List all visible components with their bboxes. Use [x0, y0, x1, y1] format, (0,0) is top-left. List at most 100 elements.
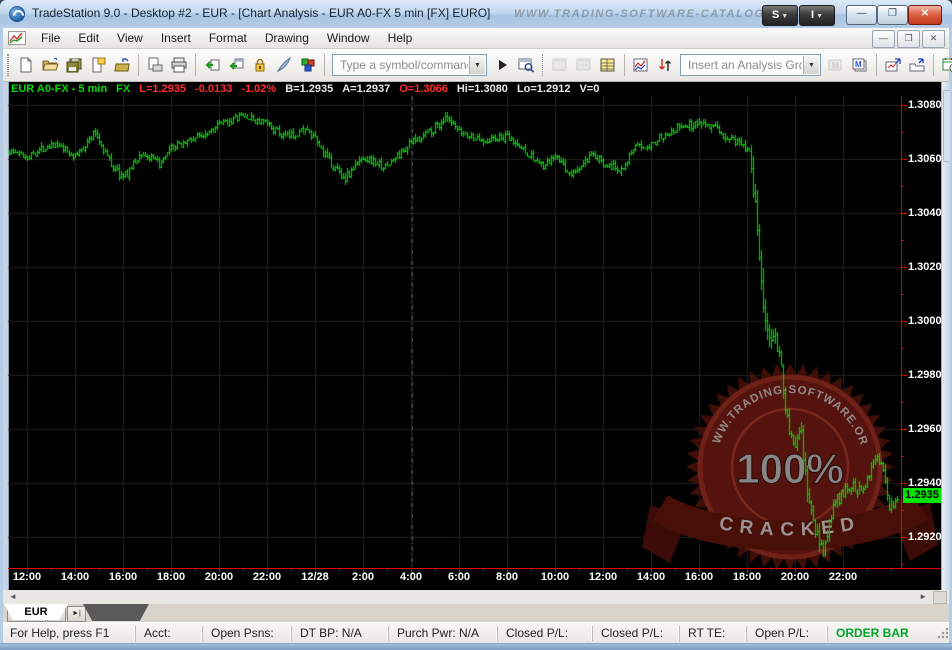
- toolbar-separator: [933, 54, 934, 76]
- color-shapes-icon[interactable]: [296, 53, 320, 77]
- window-arrow-icon[interactable]: [905, 53, 929, 77]
- time-minor-tick: [819, 569, 820, 571]
- close-button[interactable]: ✕: [908, 5, 942, 25]
- format-brush-icon[interactable]: [272, 53, 296, 77]
- price-tick: [901, 375, 907, 376]
- chart-lines-icon[interactable]: [629, 53, 653, 77]
- symbol-lookup-icon[interactable]: [514, 53, 538, 77]
- calendar-clock-icon[interactable]: [938, 53, 952, 77]
- price-axis-line: [901, 96, 902, 569]
- price-tick: [901, 105, 907, 106]
- time-minor-tick: [339, 569, 340, 571]
- status-field: O=1.3066: [399, 83, 448, 95]
- tab-eur-border: [83, 604, 149, 621]
- horizontal-scrollbar[interactable]: ◄ ►: [3, 590, 949, 605]
- tab-last-button[interactable]: ►|: [67, 606, 86, 622]
- toolbar-grip[interactable]: [7, 54, 9, 76]
- symbol-command-input[interactable]: [338, 57, 470, 73]
- save-all-icon[interactable]: [62, 53, 86, 77]
- scroll-left-icon[interactable]: ◄: [9, 592, 17, 601]
- back-window-icon[interactable]: [200, 53, 224, 77]
- time-label: 16:00: [677, 571, 721, 583]
- title-bar[interactable]: TradeStation 9.0 - Desktop #2 - EUR - [C…: [0, 0, 952, 28]
- combo-dropdown-icon[interactable]: ▼: [469, 56, 485, 74]
- price-tick: [901, 267, 907, 268]
- help-hint-text: For Help, press F1: [3, 626, 135, 641]
- chart-status-line: EUR A0-FX - 5 minFXL=1.2935-0.0133-1.02%…: [11, 83, 617, 95]
- status-bar: For Help, press F1 Acct:Open Psns:DT BP:…: [3, 622, 949, 644]
- time-minor-tick: [891, 569, 892, 571]
- statusbar-closed-p-l: Closed P/L:: [592, 626, 679, 641]
- minimize-button[interactable]: —: [846, 5, 877, 25]
- vertical-scrollbar-thumb[interactable]: [943, 90, 950, 162]
- status-segments: Acct:Open Psns:DT BP: N/APurch Pwr: N/AC…: [135, 626, 936, 641]
- menu-help[interactable]: Help: [379, 29, 422, 47]
- open-folder-icon[interactable]: [38, 53, 62, 77]
- chart-area[interactable]: WWW.TRADING-SOFTWARE.ORG 100% CRACKED EU…: [3, 82, 950, 590]
- multi-chart-icon[interactable]: M: [848, 53, 872, 77]
- lock-icon[interactable]: [248, 53, 272, 77]
- combo-dropdown-icon[interactable]: ▼: [803, 56, 819, 74]
- window-title: TradeStation 9.0 - Desktop #2 - EUR - [C…: [32, 6, 490, 20]
- time-minor-tick: [867, 569, 868, 571]
- menu-items: FileEditViewInsertFormatDrawingWindowHel…: [32, 29, 421, 47]
- folder-up-icon[interactable]: [110, 53, 134, 77]
- menu-drawing[interactable]: Drawing: [256, 29, 318, 47]
- status-field: Lo=1.2912: [517, 83, 571, 95]
- time-minor-tick: [531, 569, 532, 571]
- i-dropdown-button[interactable]: I▼: [799, 5, 835, 26]
- menu-insert[interactable]: Insert: [152, 29, 200, 47]
- toolbar: ▼▼MM: [3, 49, 949, 82]
- maximize-button[interactable]: ❐: [877, 5, 908, 25]
- print-preview-icon[interactable]: [143, 53, 167, 77]
- price-minor-tick: [901, 132, 904, 133]
- s-dropdown-button[interactable]: S▼: [762, 5, 798, 26]
- time-label: 18:00: [149, 571, 193, 583]
- menu-edit[interactable]: Edit: [69, 29, 108, 47]
- time-label: 14:00: [629, 571, 673, 583]
- menu-file[interactable]: File: [32, 29, 69, 47]
- back-window-2-icon[interactable]: [224, 53, 248, 77]
- symbol-command-combobox[interactable]: ▼: [332, 54, 487, 76]
- scroll-right-icon[interactable]: ►: [919, 592, 927, 601]
- time-label: 20:00: [773, 571, 817, 583]
- time-minor-tick: [387, 569, 388, 571]
- time-minor-tick: [579, 569, 580, 571]
- analysis-group-input[interactable]: [686, 57, 804, 73]
- new-document-icon[interactable]: [14, 53, 38, 77]
- price-minor-tick: [901, 510, 904, 511]
- vertical-scrollbar[interactable]: [941, 82, 950, 590]
- mdi-close-button[interactable]: ✕: [922, 30, 945, 48]
- toolbar-separator: [876, 54, 877, 76]
- print-icon[interactable]: [167, 53, 191, 77]
- time-label: 22:00: [245, 571, 289, 583]
- time-label: 18:00: [725, 571, 769, 583]
- price-minor-tick: [901, 240, 904, 241]
- statusbar-rt-te: RT TE:: [679, 626, 746, 641]
- menu-format[interactable]: Format: [200, 29, 256, 47]
- analysis-group-combobox[interactable]: ▼: [680, 54, 821, 76]
- mdi-restore-button[interactable]: ❐: [897, 30, 920, 48]
- mdi-minimize-button[interactable]: —: [872, 30, 895, 48]
- time-minor-tick: [291, 569, 292, 571]
- time-label: 16:00: [101, 571, 145, 583]
- time-minor-tick: [435, 569, 436, 571]
- time-minor-tick: [195, 569, 196, 571]
- menu-window[interactable]: Window: [318, 29, 379, 47]
- quote-board-icon[interactable]: [596, 53, 620, 77]
- status-symbol: EUR A0-FX - 5 min: [11, 83, 107, 95]
- window-bottom-frame: [0, 643, 952, 650]
- page-setup-icon[interactable]: [86, 53, 110, 77]
- resize-grip[interactable]: [936, 628, 948, 640]
- price-minor-tick: [901, 402, 904, 403]
- tab-eur[interactable]: EUR: [4, 604, 68, 620]
- menu-view[interactable]: View: [108, 29, 152, 47]
- statusbar-purch-pwr-n-a: Purch Pwr: N/A: [388, 626, 497, 641]
- go-arrow-icon[interactable]: [490, 53, 514, 77]
- time-minor-tick: [771, 569, 772, 571]
- statusbar-open-psns: Open Psns:: [202, 626, 291, 641]
- chart-window-arrow-icon[interactable]: [881, 53, 905, 77]
- sort-updown-icon[interactable]: [653, 53, 677, 77]
- price-minor-tick: [901, 564, 904, 565]
- tradestation-logo-icon: [9, 6, 25, 22]
